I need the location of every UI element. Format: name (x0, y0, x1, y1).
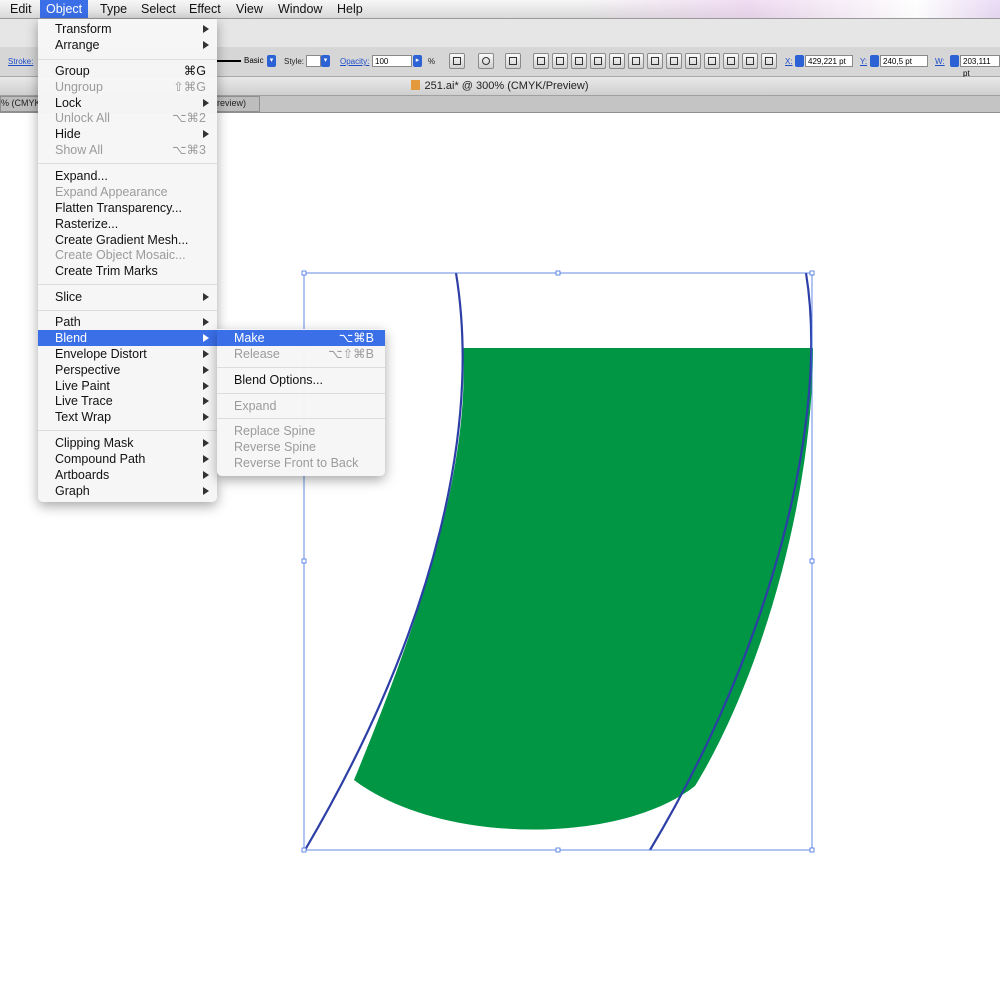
menu-item-slice[interactable]: Slice (38, 289, 217, 305)
menu-item-hide[interactable]: Hide (38, 126, 217, 142)
submenu-arrow-icon (203, 130, 209, 138)
menu-item-lock[interactable]: Lock (38, 95, 217, 111)
menu-separator (38, 430, 217, 431)
menu-item-perspective[interactable]: Perspective (38, 362, 217, 378)
submenu-arrow-icon (203, 471, 209, 479)
menu-item-flatten-transparency[interactable]: Flatten Transparency... (38, 200, 217, 216)
selection-handle-middle-right[interactable] (809, 558, 815, 564)
menu-item-show-all: Show All ⌥⌘3 (55, 143, 206, 157)
selection-handle-top-left[interactable] (301, 270, 307, 276)
submenu-arrow-icon (203, 382, 209, 390)
menu-separator (38, 59, 217, 60)
menu-item-text-wrap[interactable]: Text Wrap (38, 409, 217, 425)
menu-item-expand-blend: Expand (234, 399, 277, 413)
menu-item-group[interactable]: Group ⌘G (38, 63, 217, 79)
submenu-arrow-icon (203, 318, 209, 326)
menu-item-release: Release ⌥⇧⌘B (234, 347, 374, 361)
submenu-arrow-icon (203, 99, 209, 107)
menu-item-reverse-front-to-back: Reverse Front to Back (234, 456, 359, 470)
menu-item-create-gradient-mesh[interactable]: Create Gradient Mesh... (38, 232, 217, 248)
menu-separator (217, 418, 385, 419)
submenu-arrow-icon (203, 455, 209, 463)
menu-item-envelope-distort[interactable]: Envelope Distort (38, 346, 217, 362)
selection-handle-bottom-left[interactable] (301, 847, 307, 853)
menu-item-expand[interactable]: Expand... (38, 168, 217, 184)
menu-item-blend[interactable]: Blend (38, 330, 217, 346)
menu-item-make[interactable]: Make ⌥⌘B (217, 330, 385, 346)
selection-handle-top-center[interactable] (555, 270, 561, 276)
menu-separator (38, 310, 217, 311)
submenu-arrow-icon (203, 397, 209, 405)
menu-item-compound-path[interactable]: Compound Path (38, 451, 217, 467)
menu-item-blend-options[interactable]: Blend Options... (217, 372, 385, 388)
menu-item-create-trim-marks[interactable]: Create Trim Marks (38, 263, 217, 279)
menu-separator (38, 163, 217, 164)
menu-item-replace-spine: Replace Spine (234, 424, 316, 438)
submenu-arrow-icon (203, 334, 209, 342)
submenu-arrow-icon (203, 439, 209, 447)
menu-item-live-paint[interactable]: Live Paint (38, 378, 217, 394)
menu-item-reverse-spine: Reverse Spine (234, 440, 316, 454)
menu-separator (38, 284, 217, 285)
menu-item-clipping-mask[interactable]: Clipping Mask (38, 435, 217, 451)
submenu-arrow-icon (203, 41, 209, 49)
object-menu: Transform Arrange Group ⌘G Ungroup ⇧⌘G Loc… (38, 19, 217, 502)
submenu-arrow-icon (203, 293, 209, 301)
menu-item-live-trace[interactable]: Live Trace (38, 393, 217, 409)
submenu-arrow-icon (203, 350, 209, 358)
selection-handle-top-right[interactable] (809, 270, 815, 276)
submenu-arrow-icon (203, 413, 209, 421)
menu-item-create-object-mosaic: Create Object Mosaic... (55, 248, 186, 262)
menu-item-arrange[interactable]: Arrange (38, 37, 217, 53)
menu-item-rasterize[interactable]: Rasterize... (38, 216, 217, 232)
selection-handle-middle-left[interactable] (301, 558, 307, 564)
menu-item-artboards[interactable]: Artboards (38, 467, 217, 483)
selection-handle-bottom-center[interactable] (555, 847, 561, 853)
submenu-arrow-icon (203, 487, 209, 495)
submenu-arrow-icon (203, 366, 209, 374)
menu-item-transform[interactable]: Transform (38, 21, 217, 37)
menu-item-graph[interactable]: Graph (38, 483, 217, 499)
menu-item-unlock-all: Unlock All ⌥⌘2 (55, 111, 206, 125)
submenu-arrow-icon (203, 25, 209, 33)
menu-item-ungroup: Ungroup ⇧⌘G (55, 80, 206, 94)
blend-submenu: Make ⌥⌘B Release ⌥⇧⌘B Blend Options... Exp… (217, 329, 385, 476)
menu-item-expand-appearance: Expand Appearance (55, 185, 168, 199)
menu-item-path[interactable]: Path (38, 314, 217, 330)
menu-separator (217, 367, 385, 368)
selection-handle-bottom-right[interactable] (809, 847, 815, 853)
menu-separator (217, 393, 385, 394)
